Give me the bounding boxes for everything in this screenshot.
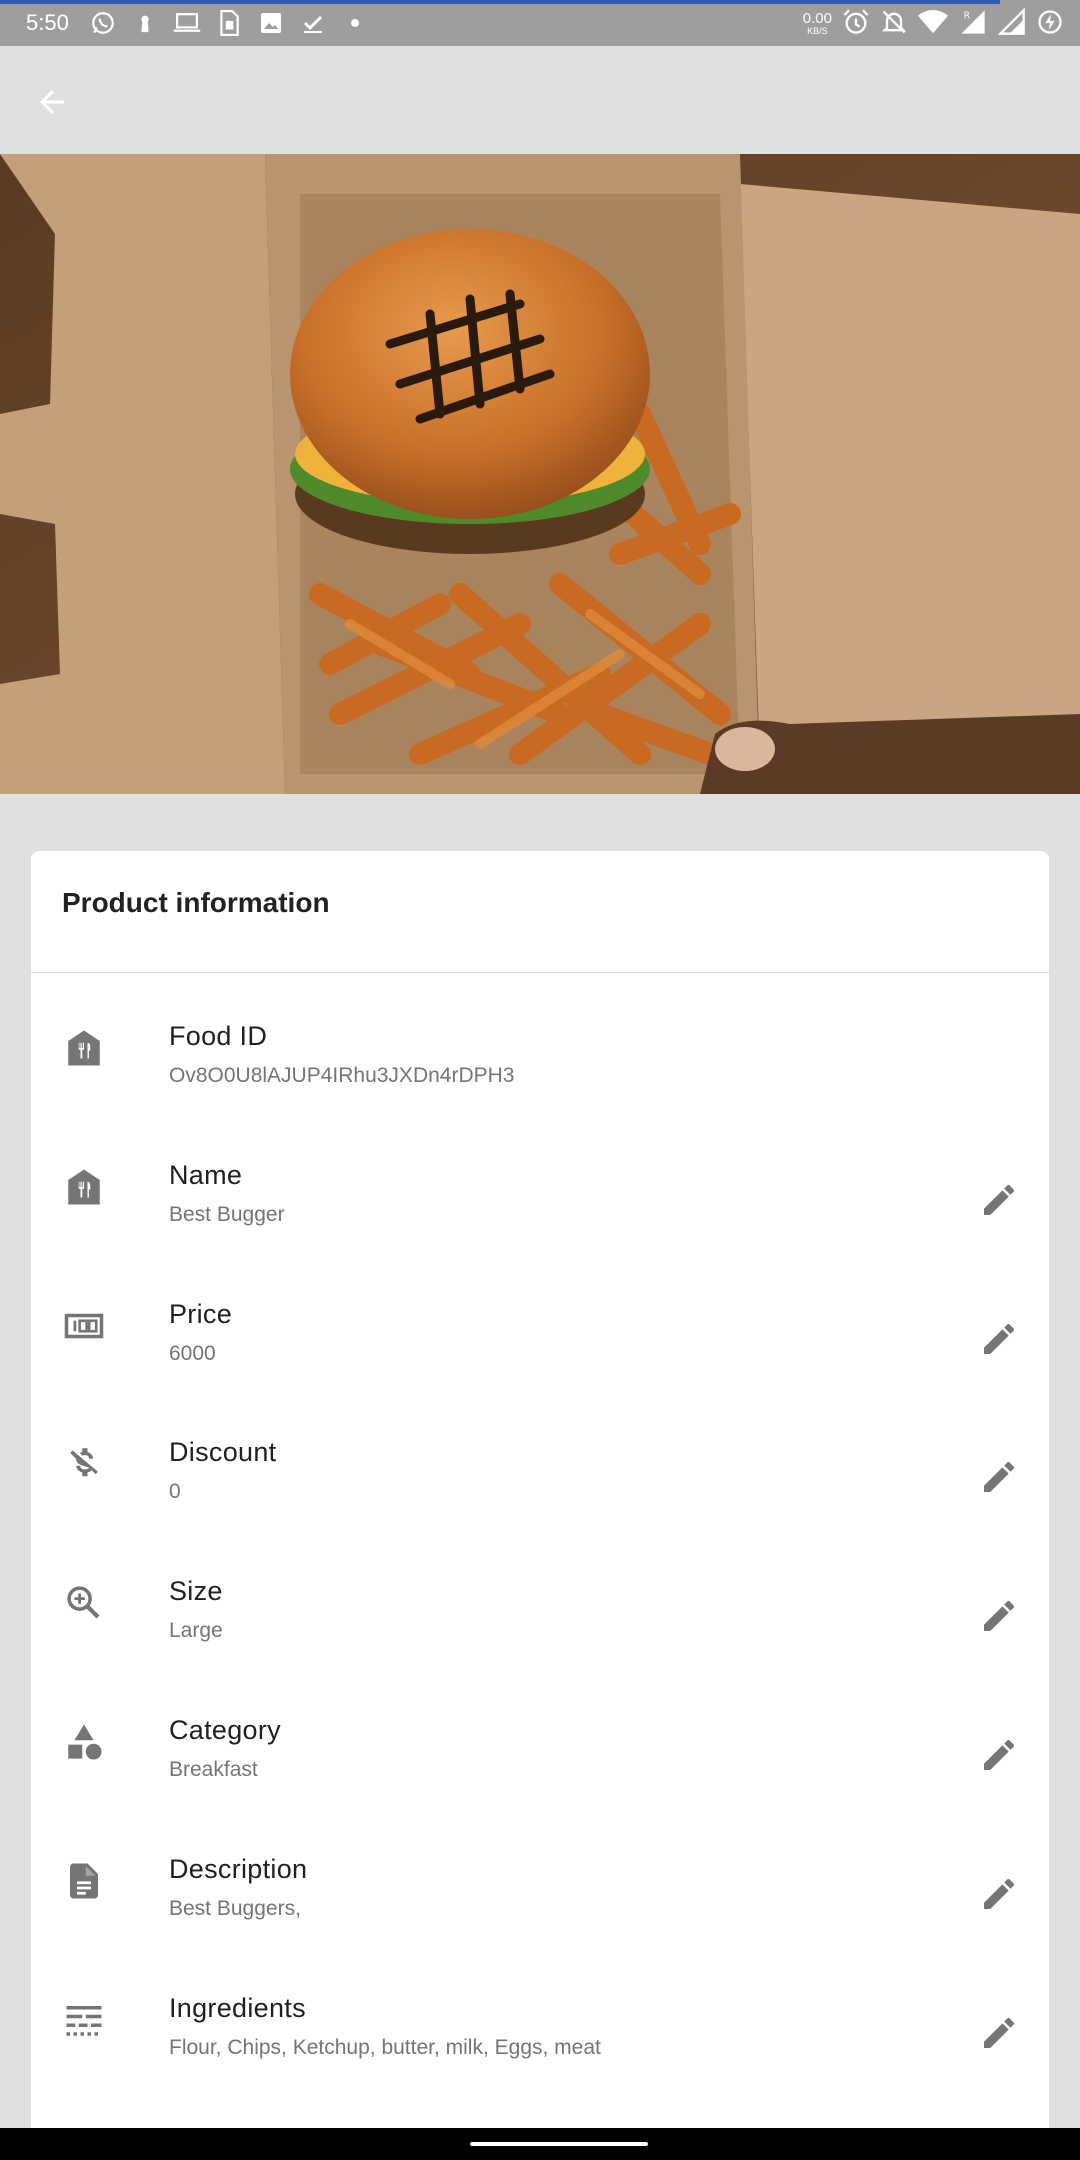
row-label: Price <box>169 1299 233 1329</box>
restaurant-store-icon <box>63 1027 105 1069</box>
alarm-icon <box>842 8 870 41</box>
info-row-discount: Discount 0 <box>31 1419 1049 1558</box>
row-label: Name <box>169 1160 243 1190</box>
zoom-in-icon <box>63 1582 105 1624</box>
signal-icon <box>997 7 1026 41</box>
pencil-icon <box>984 1600 1015 1631</box>
pencil-icon <box>984 1323 1015 1354</box>
row-label: Ingredients <box>169 1993 306 2023</box>
battery-saver-icon <box>1036 8 1064 41</box>
edit-size-button[interactable] <box>971 1588 1027 1644</box>
row-value: Breakfast <box>169 1758 258 1781</box>
edit-category-button[interactable] <box>971 1727 1027 1783</box>
money-100-icon <box>63 1305 105 1347</box>
whatsapp-icon <box>88 8 118 38</box>
edit-discount-button[interactable] <box>971 1449 1027 1505</box>
row-value: 6000 <box>169 1342 216 1365</box>
image-icon <box>256 8 286 38</box>
row-value: Best Bugger <box>169 1203 285 1226</box>
laptop-icon <box>172 8 202 38</box>
row-value: Best Buggers, <box>169 1897 301 1920</box>
system-nav-bar <box>0 2128 1080 2160</box>
product-info-card: Product information Food ID Ov8O0U8lAJUP… <box>31 851 1049 2160</box>
edit-description-button[interactable] <box>971 1866 1027 1922</box>
info-row-description: Description Best Buggers, <box>31 1836 1049 1975</box>
edit-name-button[interactable] <box>971 1172 1027 1228</box>
svg-text:R: R <box>964 11 971 22</box>
net-speed-indicator: 0.00 KB/S <box>802 9 832 36</box>
row-value: Large <box>169 1619 223 1642</box>
card-title: Product information <box>62 887 330 918</box>
money-off-icon <box>63 1443 105 1485</box>
row-value: 0 <box>169 1480 181 1503</box>
edit-ingredients-button[interactable] <box>971 2005 1027 2061</box>
row-label: Discount <box>169 1437 277 1467</box>
sim-card-icon <box>214 8 244 38</box>
row-value: Flour, Chips, Ketchup, butter, milk, Egg… <box>169 2036 601 2059</box>
pencil-icon <box>984 1878 1015 1909</box>
status-bar: 5:50 0.00 KB/S R <box>0 0 1080 46</box>
row-value: Ov8O0U8lAJUP4IRhu3JXDn4rDPH3 <box>169 1064 515 1087</box>
description-icon <box>63 1860 105 1902</box>
info-row-food-id: Food ID Ov8O0U8lAJUP4IRhu3JXDn4rDPH3 <box>31 1003 1049 1142</box>
status-icons-right: 0.00 KB/S R <box>802 7 1064 41</box>
burger-fries-image <box>0 154 1080 794</box>
edit-price-button[interactable] <box>971 1311 1027 1367</box>
ingredients-list-icon <box>63 1999 105 2041</box>
home-indicator[interactable] <box>470 2142 648 2146</box>
row-label: Size <box>169 1576 223 1606</box>
info-row-size: Size Large <box>31 1558 1049 1697</box>
product-image <box>0 154 1080 794</box>
row-label: Food ID <box>169 1021 268 1051</box>
dot-icon <box>340 8 370 38</box>
info-row-price: Price 6000 <box>31 1281 1049 1420</box>
info-row-category: Category Breakfast <box>31 1697 1049 1836</box>
arrow-back-icon <box>40 90 64 114</box>
top-progress-line <box>0 0 1000 4</box>
card-divider <box>31 972 1049 973</box>
pencil-icon <box>984 2017 1015 2048</box>
info-row-ingredients: Ingredients Flour, Chips, Ketchup, butte… <box>31 1975 1049 2114</box>
app-bar <box>0 46 1080 154</box>
back-button[interactable] <box>24 74 80 130</box>
wifi-icon <box>918 9 948 40</box>
row-label: Category <box>169 1715 281 1745</box>
category-shapes-icon <box>63 1721 105 1763</box>
row-label: Description <box>169 1854 308 1884</box>
pencil-icon <box>984 1739 1015 1770</box>
restaurant-store-icon <box>63 1166 105 1208</box>
keyhole-icon <box>130 8 160 38</box>
info-row-name: Name Best Bugger <box>31 1142 1049 1281</box>
signal-roaming-icon: R <box>958 8 988 41</box>
notifications-off-icon <box>880 8 908 41</box>
pencil-icon <box>984 1184 1015 1215</box>
pencil-icon <box>984 1461 1015 1492</box>
status-time: 5:50 <box>26 10 69 35</box>
download-done-icon <box>298 8 328 38</box>
status-icons-left <box>88 8 370 38</box>
